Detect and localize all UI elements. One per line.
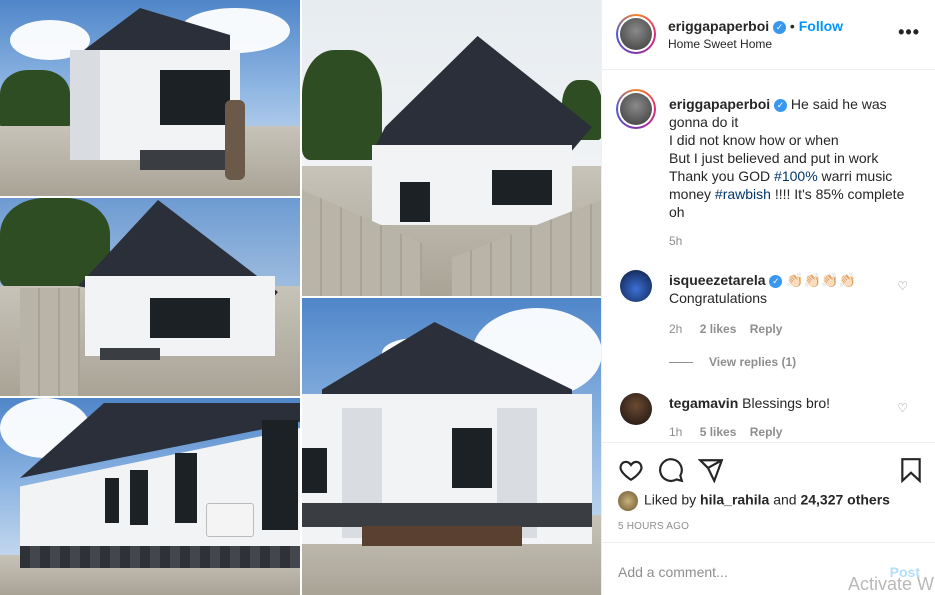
header-separator: • xyxy=(789,18,799,34)
comment-username[interactable]: tegamavin xyxy=(669,395,738,411)
photo-house-side-elevation xyxy=(0,398,300,595)
post-timestamp[interactable]: 5 HOURS AGO xyxy=(618,521,689,532)
comment-likes[interactable]: 2 likes xyxy=(700,322,737,336)
caption-line: But I just believed and put in work xyxy=(669,150,879,166)
comment-likes[interactable]: 5 likes xyxy=(700,425,737,439)
hashtag-link[interactable]: #rawbish xyxy=(715,186,771,202)
caption-line: He said he was xyxy=(790,96,887,112)
more-options-icon[interactable]: ••• xyxy=(898,22,920,43)
post-image-collage[interactable] xyxy=(0,0,601,595)
caption-line: money xyxy=(669,186,715,202)
photo-house-side-aerial xyxy=(0,198,300,396)
view-replies-label: View replies (1) xyxy=(709,355,797,369)
comment-like-heart-icon[interactable]: ♡ xyxy=(897,401,908,415)
caption-line: oh xyxy=(669,204,685,220)
comment-age[interactable]: 1h xyxy=(669,425,682,439)
comment-meta: 2h 2 likes Reply xyxy=(669,322,782,336)
caption-line: I did not know how or when xyxy=(669,132,839,148)
photo-house-aerial xyxy=(302,0,601,296)
photo-house-front-painting xyxy=(0,0,300,196)
caption-line: gonna do it xyxy=(669,114,739,130)
comment-like-heart-icon[interactable]: ♡ xyxy=(897,279,908,293)
comment-text: tegamavin Blessings bro! xyxy=(669,394,889,412)
post-location[interactable]: Home Sweet Home xyxy=(668,37,772,51)
activate-windows-watermark: Activate W xyxy=(848,574,935,594)
view-replies-button[interactable]: View replies (1) xyxy=(669,355,796,369)
photo-house-porch xyxy=(302,298,601,595)
author-avatar[interactable] xyxy=(616,14,656,54)
comment-message: Congratulations xyxy=(669,290,768,306)
caption-avatar[interactable] xyxy=(616,89,656,129)
verified-badge-icon: ✓ xyxy=(769,275,783,288)
likes-prefix: Liked by xyxy=(644,491,701,508)
comment-username[interactable]: isqueezetarela xyxy=(669,272,766,288)
commenter-avatar[interactable] xyxy=(620,393,652,425)
comment-reply-button[interactable]: Reply xyxy=(750,425,783,439)
likes-count-button[interactable]: 24,327 others xyxy=(800,492,890,508)
likes-conjunction: and xyxy=(769,491,801,508)
verified-badge-icon: ✓ xyxy=(774,99,788,112)
liker-username[interactable]: hila_rahila xyxy=(700,492,769,508)
comments-list[interactable]: eriggapaperboi ✓ He said he was gonna do… xyxy=(602,71,935,441)
hashtag-link[interactable]: #100% xyxy=(774,168,818,184)
comment-emoji: 👏🏻👏🏻👏🏻👏🏻 xyxy=(786,272,857,288)
author-username[interactable]: eriggapaperboi xyxy=(668,18,769,34)
liker-avatar[interactable] xyxy=(618,491,638,511)
caption-username[interactable]: eriggapaperboi xyxy=(669,96,770,112)
likes-summary: Liked by hila_rahila and 24,327 others xyxy=(618,491,890,511)
add-comment-input[interactable]: Add a comment... xyxy=(618,564,728,580)
post-actions: Liked by hila_rahila and 24,327 others 5… xyxy=(602,442,935,542)
caption-line: Thank you GOD xyxy=(669,168,775,184)
post-side-panel: eriggapaperboi ✓ • Follow Home Sweet Hom… xyxy=(601,0,935,595)
comment-icon[interactable] xyxy=(658,457,684,483)
replies-divider xyxy=(669,362,693,364)
caption-text: eriggapaperboi ✓ He said he was gonna do… xyxy=(669,95,924,221)
comment-age[interactable]: 2h xyxy=(669,322,682,336)
comment-meta: 1h 5 likes Reply xyxy=(669,425,782,439)
paper-plane-icon[interactable] xyxy=(698,457,724,483)
follow-button[interactable]: Follow xyxy=(799,18,843,34)
bookmark-icon[interactable] xyxy=(898,457,924,483)
comment-reply-button[interactable]: Reply xyxy=(750,322,783,336)
comment-message: Blessings bro! xyxy=(742,395,831,411)
caption-line: warri music xyxy=(817,168,893,184)
commenter-avatar[interactable] xyxy=(620,270,652,302)
verified-badge-icon: ✓ xyxy=(773,21,787,34)
caption-age[interactable]: 5h xyxy=(669,234,682,248)
comment-text: isqueezetarela ✓ 👏🏻👏🏻👏🏻👏🏻 Congratulation… xyxy=(669,271,889,307)
caption-line: !!!! It's 85% complete xyxy=(770,186,905,202)
heart-icon[interactable] xyxy=(618,457,644,483)
post-header: eriggapaperboi ✓ • Follow Home Sweet Hom… xyxy=(602,0,935,70)
